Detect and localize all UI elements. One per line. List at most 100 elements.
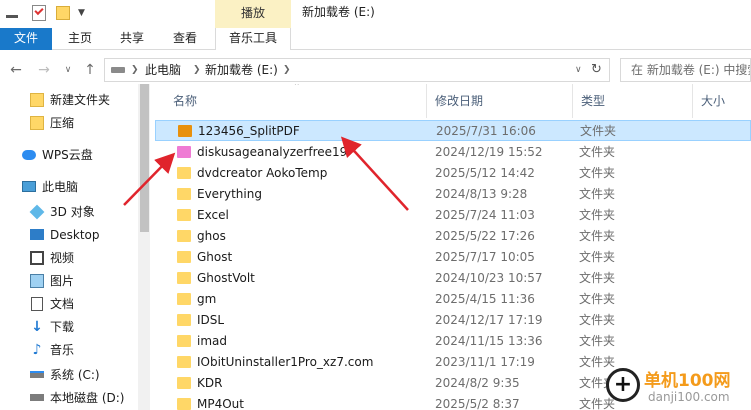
sidebar-item-new-folder[interactable]: 新建文件夹 <box>0 89 138 112</box>
tab-music-tools[interactable]: 音乐工具 <box>215 28 291 50</box>
file-row[interactable]: dvdcreator AokoTemp 2025/5/12 14:42 文件夹 <box>155 163 751 184</box>
recent-locations-chevron-icon[interactable]: ∨ <box>58 60 78 80</box>
sidebar-item-wps-cloud[interactable]: WPS云盘 <box>0 144 138 167</box>
file-date: 2024/10/23 10:57 <box>435 271 543 285</box>
file-row[interactable]: IDSL 2024/12/17 17:19 文件夹 <box>155 310 751 331</box>
tab-file[interactable]: 文件 <box>0 28 52 50</box>
folder-icon <box>178 125 192 137</box>
file-name: gm <box>197 292 217 306</box>
system-menu-icon[interactable] <box>6 8 18 18</box>
customize-toolbar-icon[interactable]: ▼ <box>78 8 85 18</box>
sidebar-item-label: 系统 (C:) <box>50 368 100 382</box>
folder-icon <box>177 398 191 410</box>
address-bar[interactable]: ❯ 此电脑 ❯ 新加载卷 (E:) ❯ ∨ ↻ <box>104 58 610 82</box>
folder-icon <box>177 251 191 263</box>
watermark-brand: 单机100网 <box>644 371 731 391</box>
sidebar-item-desktop[interactable]: Desktop <box>0 224 138 247</box>
file-row[interactable]: Excel 2025/7/24 11:03 文件夹 <box>155 205 751 226</box>
forward-arrow-icon[interactable]: → <box>34 60 54 80</box>
folder-icon <box>177 314 191 326</box>
sidebar-item-label: 本地磁盘 (D:) <box>50 391 125 405</box>
tab-view[interactable]: 查看 <box>165 28 205 50</box>
sidebar-item-label: WPS云盘 <box>42 148 93 162</box>
sidebar-item-drive-d[interactable]: 本地磁盘 (D:) <box>0 387 138 410</box>
file-row[interactable]: gm 2025/4/15 11:36 文件夹 <box>155 289 751 310</box>
file-row-selected[interactable]: 123456_SplitPDF 2025/7/31 16:06 文件夹 <box>155 120 751 141</box>
file-row[interactable]: GhostVolt 2024/10/23 10:57 文件夹 <box>155 268 751 289</box>
back-arrow-icon[interactable]: ← <box>6 60 26 80</box>
file-name: imad <box>197 334 227 348</box>
playback-context-tab[interactable]: 播放 <box>215 0 291 28</box>
drive-icon <box>111 67 125 73</box>
file-name: diskusageanalyzerfree19 <box>197 145 348 159</box>
refresh-icon[interactable]: ↻ <box>591 59 602 81</box>
sidebar-item-music[interactable]: ♪ 音乐 <box>0 339 138 362</box>
file-type: 文件夹 <box>580 124 617 138</box>
3d-objects-icon <box>29 204 45 220</box>
file-date: 2024/8/2 9:35 <box>435 376 520 390</box>
sidebar-item-label: 文档 <box>50 297 75 311</box>
navigation-pane: 新建文件夹 压缩 WPS云盘 此电脑 3D 对象 Desktop 视频 图片 文… <box>0 84 150 410</box>
file-row[interactable]: diskusageanalyzerfree19 2024/12/19 15:52… <box>155 142 751 163</box>
folder-icon <box>30 93 44 107</box>
file-name: IObitUninstaller1Pro_xz7.com <box>197 355 374 369</box>
file-type: 文件夹 <box>579 313 616 327</box>
sidebar-item-this-pc[interactable]: 此电脑 <box>0 176 138 199</box>
window-title: 新加载卷 (E:) <box>302 5 375 19</box>
sidebar-item-label: 视频 <box>50 251 75 265</box>
file-date: 2024/12/19 15:52 <box>435 145 543 159</box>
sidebar-item-pictures[interactable]: 图片 <box>0 270 138 293</box>
drive-icon <box>30 394 44 401</box>
navigation-bar: ← → ∨ ↑ ❯ 此电脑 ❯ 新加载卷 (E:) ❯ ∨ ↻ 在 新加载卷 (… <box>0 56 751 84</box>
column-header-row: ⌃ 名称 修改日期 类型 大小 <box>155 84 751 118</box>
folder-icon <box>177 188 191 200</box>
sidebar-scrollbar[interactable] <box>138 84 150 410</box>
folder-icon <box>177 230 191 242</box>
column-header-type[interactable]: 类型 <box>573 84 693 118</box>
folder-icon <box>177 209 191 221</box>
file-type: 文件夹 <box>579 250 616 264</box>
address-dropdown-chevron-icon[interactable]: ∨ <box>575 59 582 81</box>
tab-share[interactable]: 共享 <box>112 28 152 50</box>
sidebar-scrollbar-thumb[interactable] <box>140 84 149 232</box>
file-type: 文件夹 <box>579 271 616 285</box>
file-date: 2024/8/13 9:28 <box>435 187 528 201</box>
sidebar-item-downloads[interactable]: ↓ 下载 <box>0 316 138 339</box>
breadcrumb-separator-icon[interactable]: ❯ <box>193 59 201 81</box>
file-row[interactable]: ghos 2025/5/22 17:26 文件夹 <box>155 226 751 247</box>
breadcrumb-this-pc[interactable]: 此电脑 <box>145 59 181 81</box>
folder-icon <box>177 377 191 389</box>
column-header-size[interactable]: 大小 <box>693 84 751 118</box>
folder-icon <box>177 146 191 158</box>
sidebar-item-label: 音乐 <box>50 343 75 357</box>
breadcrumb-separator-icon[interactable]: ❯ <box>283 59 291 81</box>
sidebar-item-label: 图片 <box>50 274 75 288</box>
file-row[interactable]: Everything 2024/8/13 9:28 文件夹 <box>155 184 751 205</box>
tab-home[interactable]: 主页 <box>60 28 100 50</box>
search-input[interactable]: 在 新加载卷 (E:) 中搜索 <box>620 58 751 82</box>
sidebar-item-label: 下载 <box>50 320 75 334</box>
sidebar-item-label: Desktop <box>50 228 100 242</box>
folder-icon <box>177 272 191 284</box>
sidebar-item-videos[interactable]: 视频 <box>0 247 138 270</box>
sidebar-item-compress[interactable]: 压缩 <box>0 112 138 135</box>
file-row[interactable]: imad 2024/11/15 13:36 文件夹 <box>155 331 751 352</box>
sidebar-item-documents[interactable]: 文档 <box>0 293 138 316</box>
column-header-name[interactable]: 名称 <box>165 84 427 118</box>
file-name: Ghost <box>197 250 233 264</box>
file-date: 2025/7/24 11:03 <box>435 208 535 222</box>
watermark-logo: + 单机100网 danji100.com <box>598 362 751 410</box>
file-date: 2025/5/12 14:42 <box>435 166 535 180</box>
up-arrow-icon[interactable]: ↑ <box>80 60 100 80</box>
breadcrumb-drive-e[interactable]: 新加载卷 (E:) <box>205 59 278 81</box>
file-date: 2023/11/1 17:19 <box>435 355 535 369</box>
title-bar: ▼ 播放 新加载卷 (E:) <box>0 0 751 28</box>
breadcrumb-separator-icon[interactable]: ❯ <box>131 59 139 81</box>
new-folder-icon[interactable] <box>56 6 70 20</box>
properties-icon[interactable] <box>32 5 46 21</box>
sidebar-item-3d-objects[interactable]: 3D 对象 <box>0 201 138 224</box>
file-row[interactable]: Ghost 2025/7/17 10:05 文件夹 <box>155 247 751 268</box>
desktop-icon <box>30 229 44 240</box>
sidebar-item-drive-c[interactable]: 系统 (C:) <box>0 364 138 387</box>
column-header-date[interactable]: 修改日期 <box>427 84 573 118</box>
